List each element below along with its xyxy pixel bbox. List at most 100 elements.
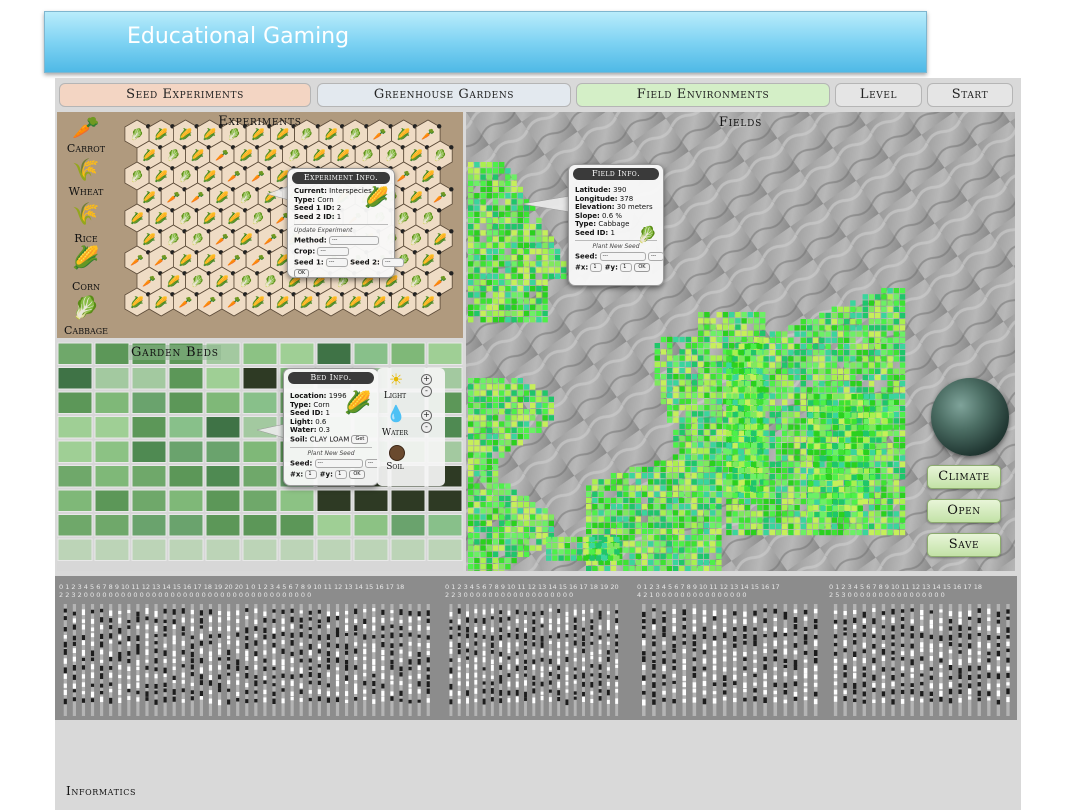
gene-segment[interactable] [958, 674, 962, 680]
gene-segment[interactable] [910, 667, 914, 672]
field-plot[interactable] [899, 374, 906, 381]
field-plot[interactable] [850, 356, 856, 362]
field-plot[interactable] [635, 485, 641, 491]
field-plot[interactable] [775, 480, 782, 486]
field-plot[interactable] [704, 318, 710, 324]
field-plot[interactable] [738, 418, 744, 424]
gene-segment[interactable] [263, 675, 267, 680]
field-plot[interactable] [691, 411, 698, 417]
field-plot[interactable] [716, 417, 722, 423]
hex-crop-icon[interactable]: 🥬 [421, 212, 435, 225]
field-plot[interactable] [899, 430, 906, 436]
gene-segment[interactable] [540, 657, 544, 662]
field-plot[interactable] [806, 362, 813, 368]
field-plot[interactable] [744, 424, 751, 430]
gene-segment[interactable] [573, 617, 577, 623]
field-plot[interactable] [870, 443, 876, 449]
gene-segment[interactable] [540, 672, 544, 678]
gene-segment[interactable] [996, 627, 1001, 633]
field-plot[interactable] [505, 292, 511, 298]
field-plot[interactable] [747, 312, 753, 318]
field-plot[interactable] [548, 236, 554, 242]
gene-segment[interactable] [743, 651, 747, 657]
field-plot[interactable] [517, 193, 523, 199]
field-plot[interactable] [672, 566, 679, 571]
field-plot[interactable] [468, 551, 474, 557]
field-plot[interactable] [757, 343, 763, 350]
field-plot[interactable] [757, 374, 763, 381]
gene-segment[interactable] [722, 682, 727, 687]
field-plot[interactable] [474, 168, 480, 174]
field-plot[interactable] [499, 446, 505, 452]
field-plot[interactable] [499, 298, 505, 304]
field-plot[interactable] [660, 547, 666, 553]
gene-segment[interactable] [354, 642, 358, 646]
field-plot[interactable] [851, 418, 857, 425]
garden-bed-cell[interactable] [94, 489, 130, 512]
field-plot[interactable] [808, 400, 814, 406]
gene-segment[interactable] [145, 659, 149, 663]
gene-segment[interactable] [390, 632, 394, 639]
gene-segment[interactable] [702, 616, 707, 623]
field-plot[interactable] [769, 362, 775, 368]
field-plot[interactable] [480, 378, 486, 384]
field-plot[interactable] [672, 510, 679, 516]
field-plot[interactable] [468, 514, 474, 520]
field-plot[interactable] [654, 380, 660, 386]
field-plot[interactable] [499, 224, 505, 230]
gene-segment[interactable] [72, 648, 76, 653]
gene-segment[interactable] [783, 682, 788, 688]
field-plot[interactable] [672, 516, 679, 522]
gene-segment[interactable] [154, 611, 158, 617]
field-plot[interactable] [648, 566, 654, 571]
gene-segment[interactable] [573, 648, 577, 653]
field-plot[interactable] [899, 362, 906, 368]
field-plot[interactable] [604, 522, 610, 528]
gene-segment[interactable] [920, 681, 924, 686]
field-plot[interactable] [468, 390, 474, 396]
field-plot[interactable] [517, 551, 523, 557]
field-plot[interactable] [523, 317, 530, 323]
field-plot[interactable] [888, 400, 894, 406]
gene-segment[interactable] [474, 664, 478, 670]
field-plot[interactable] [474, 514, 480, 520]
field-plot[interactable] [703, 547, 710, 553]
gene-segment[interactable] [81, 649, 86, 656]
gene-segment[interactable] [408, 688, 412, 694]
field-plot[interactable] [726, 492, 732, 498]
gene-segment[interactable] [565, 699, 569, 706]
gene-segment[interactable] [672, 698, 676, 704]
field-plot[interactable] [825, 319, 831, 325]
field-plot[interactable] [856, 368, 862, 374]
field-plot[interactable] [468, 248, 474, 255]
field-plot[interactable] [505, 205, 511, 211]
field-plot[interactable] [492, 415, 499, 421]
gene-segment[interactable] [245, 666, 249, 670]
field-plot[interactable] [899, 443, 906, 449]
gene-segment[interactable] [100, 690, 104, 695]
field-plot[interactable] [825, 529, 831, 536]
tab-seed-experiments[interactable]: Seed Experiments [59, 83, 311, 107]
gene-segment[interactable] [590, 698, 594, 703]
field-plot[interactable] [875, 325, 881, 331]
gene-segment[interactable] [90, 672, 95, 679]
gene-segment[interactable] [299, 624, 303, 629]
field-plot[interactable] [744, 412, 751, 418]
field-plot[interactable] [517, 224, 523, 230]
gene-segment[interactable] [803, 667, 808, 674]
gene-segment[interactable] [363, 664, 367, 670]
gene-segment[interactable] [853, 657, 857, 661]
field-plot[interactable] [691, 442, 698, 448]
field-plot[interactable] [505, 564, 511, 570]
field-plot[interactable] [703, 504, 710, 510]
field-plot[interactable] [887, 312, 893, 319]
gene-segment[interactable] [335, 667, 340, 671]
garden-bed-cell[interactable] [57, 440, 93, 463]
garden-bed-cell[interactable] [427, 538, 463, 561]
field-plot[interactable] [763, 343, 769, 350]
hex-crop-icon[interactable]: 🥬 [239, 275, 253, 288]
field-plot[interactable] [876, 394, 882, 400]
gene-segment[interactable] [474, 680, 478, 685]
field-plot[interactable] [857, 493, 863, 499]
hex-crop-icon[interactable]: 🥕 [421, 128, 435, 141]
